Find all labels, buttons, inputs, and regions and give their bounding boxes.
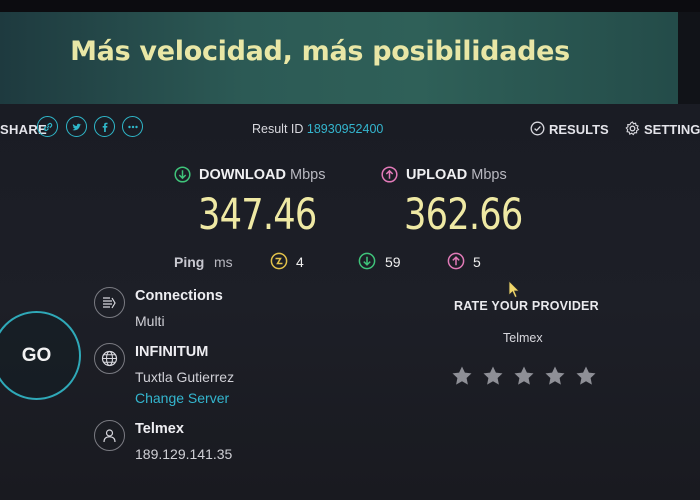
ping-unit: ms: [214, 254, 233, 270]
server-name: INFINITUM: [135, 344, 209, 360]
mouse-cursor-icon: [508, 280, 520, 299]
results-label: RESULTS: [549, 122, 609, 137]
star-icon[interactable]: [482, 365, 504, 387]
ping-download-value: 59: [385, 254, 401, 270]
ad-banner[interactable]: Más velocidad, más posibilidades: [0, 12, 700, 104]
download-latency-icon: [358, 252, 376, 270]
download-title: DOWNLOAD: [199, 167, 286, 183]
gear-icon: [625, 121, 640, 136]
screen-bezel: [0, 0, 700, 12]
banner-title: Más velocidad, más posibilidades: [70, 36, 570, 67]
upload-unit: Mbps: [471, 167, 507, 183]
change-server-link[interactable]: Change Server: [135, 390, 229, 406]
provider-ip: 189.129.141.35: [135, 446, 233, 462]
link-share-button[interactable]: [37, 116, 58, 137]
upload-value: 362.66: [404, 190, 523, 240]
upload-arrow-icon: [381, 166, 398, 183]
more-icon: [127, 125, 138, 128]
connections-icon: [94, 287, 125, 318]
check-circle-icon: [530, 121, 545, 136]
results-button[interactable]: RESULTS: [530, 121, 609, 137]
download-label: DOWNLOAD Mbps: [199, 167, 326, 183]
download-value: 347.46: [198, 190, 317, 240]
download-arrow-icon: [174, 166, 191, 183]
twitter-share-button[interactable]: [66, 116, 87, 137]
star-icon[interactable]: [513, 365, 535, 387]
ping-upload-value: 5: [473, 254, 481, 270]
star-icon[interactable]: [544, 365, 566, 387]
idle-latency-icon: [270, 252, 288, 270]
upload-latency-icon: [447, 252, 465, 270]
connections-title: Connections: [135, 288, 223, 304]
upload-title: UPLOAD: [406, 167, 468, 183]
link-icon: [43, 122, 52, 131]
banner-edge: [678, 12, 700, 104]
more-share-button[interactable]: [122, 116, 143, 137]
star-icon[interactable]: [451, 365, 473, 387]
facebook-share-button[interactable]: [94, 116, 115, 137]
ping-label: Ping: [174, 254, 205, 270]
twitter-icon: [72, 123, 81, 130]
go-label: GO: [21, 344, 52, 366]
user-icon: [94, 420, 125, 451]
facebook-icon: [102, 122, 107, 132]
rate-provider-title: RATE YOUR PROVIDER: [454, 299, 599, 313]
speedtest-panel: SHARE Result ID 18930952400 RESULTS SETT…: [0, 104, 700, 500]
result-id-link[interactable]: 18930952400: [307, 122, 383, 136]
result-id-label: Result ID: [252, 122, 304, 136]
provider-name: Telmex: [135, 421, 184, 437]
upload-label: UPLOAD Mbps: [406, 167, 507, 183]
top-bar: SHARE Result ID 18930952400 RESULTS SETT…: [0, 104, 700, 154]
settings-button[interactable]: SETTINGS: [625, 121, 700, 137]
globe-icon: [94, 343, 125, 374]
connections-value[interactable]: Multi: [135, 313, 165, 329]
server-location: Tuxtla Gutierrez: [135, 369, 235, 385]
result-id: Result ID 18930952400: [252, 122, 383, 136]
star-icon[interactable]: [575, 365, 597, 387]
settings-label: SETTINGS: [644, 122, 700, 137]
go-button[interactable]: GO: [0, 311, 81, 400]
ping-idle-value: 4: [296, 254, 304, 270]
download-unit: Mbps: [290, 167, 326, 183]
rate-provider-name: Telmex: [503, 331, 543, 345]
